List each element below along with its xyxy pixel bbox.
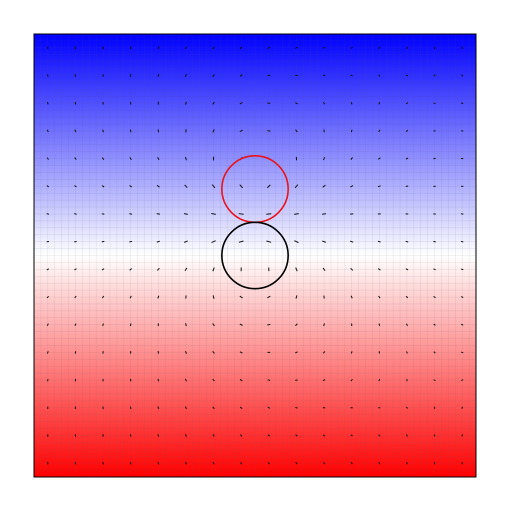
field-vector <box>433 240 436 243</box>
field-vector <box>129 434 132 437</box>
vector-field-plot <box>33 33 477 478</box>
field-vector <box>322 47 326 49</box>
field-vector <box>461 406 463 409</box>
field-vector <box>322 74 326 77</box>
field-vector <box>74 101 77 105</box>
field-vector <box>47 351 49 354</box>
field-vector <box>157 461 160 465</box>
field-vector <box>47 101 49 105</box>
field-vector <box>74 351 77 354</box>
field-vector <box>267 323 271 326</box>
field-vector <box>129 323 132 327</box>
field-vector <box>129 240 133 243</box>
field-vector <box>405 185 409 188</box>
field-vector <box>322 213 327 215</box>
field-vector <box>238 213 244 215</box>
field-vector <box>101 213 105 215</box>
field-vector <box>156 213 160 215</box>
field-vector <box>295 406 298 409</box>
field-vector <box>461 379 464 381</box>
field-vector <box>461 351 464 354</box>
field-vector <box>406 461 408 465</box>
field-vector <box>350 101 353 105</box>
field-vector <box>185 323 187 327</box>
field-vector <box>46 213 50 215</box>
field-vector <box>460 240 464 243</box>
field-vector <box>378 102 381 105</box>
field-vector <box>350 351 353 354</box>
field-vector <box>267 379 271 381</box>
field-vector <box>74 213 77 215</box>
field-vector <box>157 74 160 77</box>
field-vector <box>129 213 133 215</box>
field-vector <box>129 461 132 465</box>
field-vector <box>267 130 271 132</box>
field-vector <box>157 378 160 382</box>
field-vector <box>405 240 409 243</box>
field-vector <box>350 129 353 133</box>
field-vector <box>157 46 160 50</box>
